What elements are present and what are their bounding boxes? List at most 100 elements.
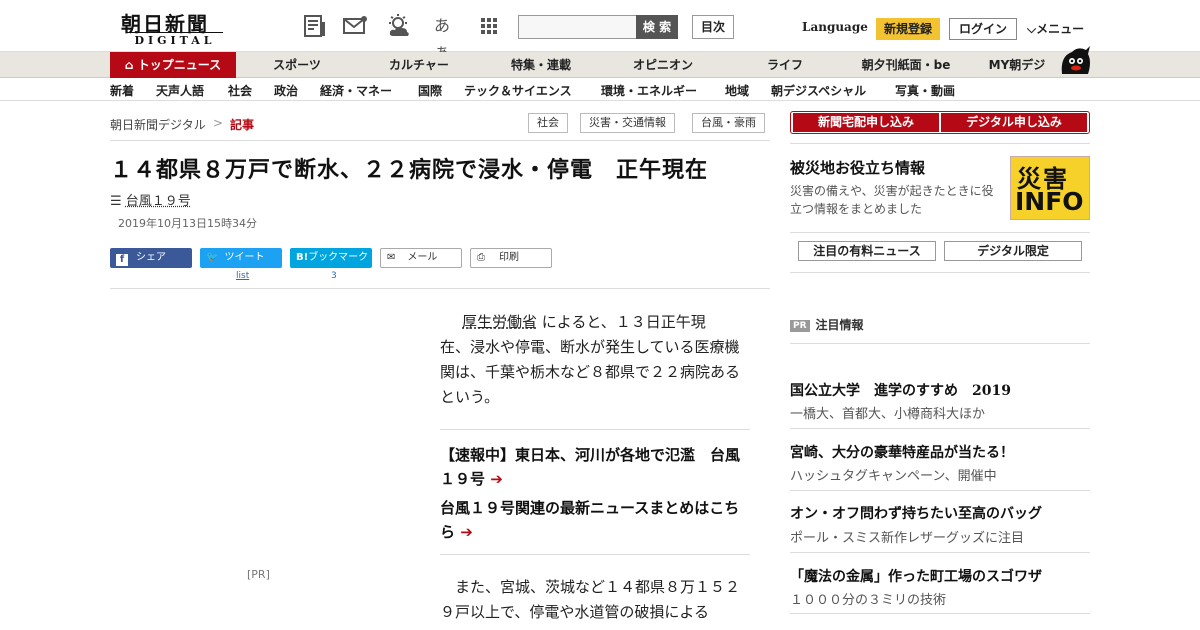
pr-item-title[interactable]: 国公立大学 進学のすすめ 2019 — [790, 380, 1011, 400]
arrow-right-icon: ➔ — [455, 523, 473, 541]
pr-item-title[interactable]: 「魔法の金属」作った町工場のスゴワザ — [790, 566, 1042, 586]
mhlw-link[interactable]: 厚生労働省 — [462, 313, 537, 331]
ad-pr-label: [PR] — [247, 568, 270, 581]
menu-button[interactable]: ⌵メニュー — [1027, 20, 1084, 37]
disaster-info-desc: 災害の備えや、災害が起きたときに役立つ情報をまとめました — [790, 184, 994, 216]
breadcrumb-separator: > — [213, 116, 224, 130]
disaster-info-title[interactable]: 被災地お役立ち情報 — [790, 157, 925, 178]
nav-my-asadigi[interactable]: MY朝デジ — [980, 52, 1054, 78]
facebook-icon: f — [116, 254, 128, 266]
login-button[interactable]: ログイン — [949, 18, 1017, 40]
grid-menu-icon[interactable] — [474, 13, 502, 39]
primary-nav: ⌂ トップニュース スポーツ カルチャー 特集・連載 オピニオン ライフ 朝夕刊… — [0, 46, 1200, 78]
tweet-count[interactable]: list — [236, 271, 249, 281]
divider — [790, 552, 1090, 553]
weather-icon[interactable] — [385, 13, 413, 39]
related-link-2[interactable]: 台風１９号関連の最新ニュースまとめはこちら ➔ — [440, 496, 750, 544]
nav2-politics[interactable]: 政治 — [274, 82, 298, 99]
nav2-economy[interactable]: 経済・マネー — [320, 82, 392, 99]
mail-icon: ✉ — [387, 252, 396, 263]
pr-badge: PR — [790, 320, 810, 332]
mail-icon[interactable] — [341, 13, 369, 39]
nav-paper[interactable]: 朝夕刊紙面・be — [850, 52, 962, 78]
digital-only-button[interactable]: デジタル限定 — [944, 241, 1082, 261]
pr-item-sub: １０００分の３ミリの技術 — [790, 593, 947, 608]
related-link-1[interactable]: 【速報中】東日本、河川が各地で氾濫 台風１９号 ➔ — [440, 443, 750, 491]
divider — [790, 272, 1090, 273]
menu-label: メニュー — [1036, 22, 1085, 36]
arrow-right-icon: ➔ — [485, 470, 503, 488]
nav2-photo-video[interactable]: 写真・動画 — [895, 82, 955, 99]
hatena-icon: B! — [296, 252, 309, 263]
article-paragraph-1: 厚生労働省 によると、１３日正午現 在、浸水や停電、断水が発生している医療機関は… — [440, 313, 741, 406]
hatena-bookmark-button[interactable]: B!ブックマーク — [290, 248, 372, 268]
twitter-icon: 🐦 — [206, 252, 219, 263]
secondary-nav: 新着 天声人語 社会 政治 経済・マネー 国際 テック＆サイエンス 環境・エネル… — [0, 79, 1200, 101]
subscribe-home-button[interactable]: 新聞宅配申し込み — [793, 113, 939, 132]
article-date: 2019年10月13日15時34分 — [118, 217, 257, 230]
nav2-international[interactable]: 国際 — [418, 82, 442, 99]
pr-item-title[interactable]: オン・オフ問わず持ちたい至高のバッグ — [790, 503, 1042, 523]
facebook-share-button[interactable]: f シェア — [110, 248, 192, 268]
divider — [110, 140, 770, 141]
mascot-icon[interactable] — [1058, 44, 1092, 78]
home-icon: ⌂ — [124, 58, 138, 72]
nav-top-news[interactable]: ⌂ トップニュース — [110, 52, 236, 78]
disaster-info-banner[interactable]: 災害 INFO — [1010, 156, 1090, 220]
nav2-society[interactable]: 社会 — [228, 82, 252, 99]
divider — [790, 613, 1090, 614]
paid-news-button[interactable]: 注目の有料ニュース — [798, 241, 936, 261]
chevron-down-icon: ⌵ — [1027, 22, 1037, 36]
toc-button[interactable]: 目次 — [692, 15, 734, 39]
pr-item-sub: ハッシュタグキャンペーン、開催中 — [790, 469, 997, 484]
divider — [440, 554, 750, 555]
nav2-special[interactable]: 朝デジスペシャル — [771, 82, 866, 99]
site-header: 朝日新聞 DIGITAL あぁ 検 索 目次 Language 新規登録 ログイ… — [0, 0, 1200, 61]
pr-item-title[interactable]: 宮崎、大分の豪華特産品が当たる！ — [790, 442, 1014, 462]
topic-link[interactable]: ☰ 台風１９号 — [110, 190, 191, 209]
breadcrumb-home[interactable]: 朝日新聞デジタル — [110, 116, 206, 133]
nav2-latest[interactable]: 新着 — [110, 82, 134, 99]
nav-opinion[interactable]: オピニオン — [617, 52, 709, 78]
nav-features[interactable]: 特集・連載 — [495, 52, 587, 78]
disaster-banner-bottom: INFO — [1015, 187, 1084, 216]
subscribe-box: 新聞宅配申し込み デジタル申し込み — [790, 111, 1090, 134]
newspaper-icon[interactable] — [301, 13, 329, 39]
hatena-count[interactable]: 3 — [331, 271, 337, 281]
divider — [790, 343, 1090, 344]
search-input[interactable] — [518, 15, 638, 39]
nav2-tech-science[interactable]: テック＆サイエンス — [464, 82, 572, 99]
nav-life[interactable]: ライフ — [740, 52, 830, 78]
search-button[interactable]: 検 索 — [636, 15, 678, 39]
register-button[interactable]: 新規登録 — [876, 18, 940, 40]
nav-culture[interactable]: カルチャー — [373, 52, 465, 78]
divider — [790, 428, 1090, 429]
language-link[interactable]: Language — [802, 20, 868, 34]
divider — [790, 232, 1090, 233]
nav-sports[interactable]: スポーツ — [252, 52, 342, 78]
subscribe-digital-button[interactable]: デジタル申し込み — [941, 113, 1087, 132]
nav2-environment[interactable]: 環境・エネルギー — [601, 82, 697, 99]
font-size-icon[interactable]: あぁ — [428, 13, 456, 61]
pr-heading: PR 注目情報 — [790, 316, 864, 333]
tweet-button[interactable]: 🐦 ツイート — [200, 248, 282, 268]
pr-item-sub: ポール・スミス新作レザーグッズに注目 — [790, 531, 1025, 546]
article-headline: １４都県８万戸で断水、２２病院で浸水・停電 正午現在 — [110, 158, 709, 183]
print-icon: ⎙ — [477, 252, 485, 263]
nav2-region[interactable]: 地域 — [725, 82, 749, 99]
divider — [790, 143, 1090, 144]
list-icon: ☰ — [110, 194, 126, 209]
divider — [440, 429, 750, 430]
tag-typhoon[interactable]: 台風・豪雨 — [692, 113, 765, 133]
breadcrumb-current: 記事 — [230, 118, 255, 132]
tag-disaster-traffic[interactable]: 災害・交通情報 — [580, 113, 675, 133]
print-button[interactable]: ⎙ 印刷 — [470, 248, 552, 268]
article-paragraph-2: また、宮城、茨城など１４都県８万１５２９戸以上で、停電や水道管の破損による — [440, 578, 741, 621]
mail-share-button[interactable]: ✉ メール — [380, 248, 462, 268]
pr-item-sub: 一橋大、首都大、小樽商科大ほか — [790, 407, 986, 422]
divider — [790, 490, 1090, 491]
site-logo-sub[interactable]: DIGITAL — [127, 32, 223, 47]
nav2-tenseijingo[interactable]: 天声人語 — [156, 82, 204, 99]
divider — [110, 288, 770, 289]
tag-society[interactable]: 社会 — [528, 113, 568, 133]
